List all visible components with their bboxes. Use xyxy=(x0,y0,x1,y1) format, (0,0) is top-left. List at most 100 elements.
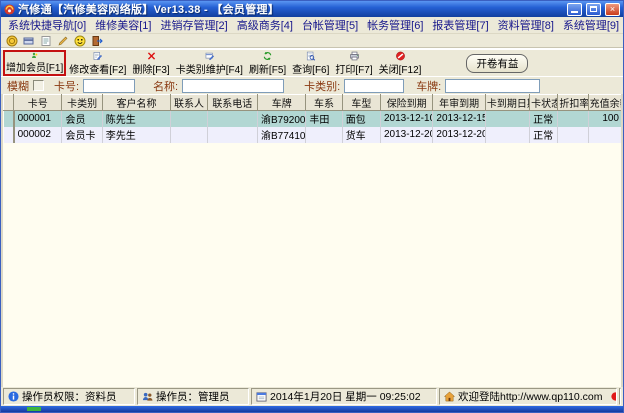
plate-input[interactable] xyxy=(445,79,540,93)
col-inspection-due[interactable]: 年审到期 xyxy=(433,95,485,111)
col-card-status[interactable]: 卡状态 xyxy=(530,95,558,111)
col-insurance-due[interactable]: 保险到期 xyxy=(380,95,432,111)
table-row[interactable]: 000001 会员 陈先生 渝B79200 丰田 面包 2013-12-10 2… xyxy=(4,111,623,127)
toolbar-button-label: 增加会员[F1] xyxy=(6,59,63,74)
datetime-text: 2014年1月20日 星期一 09:25:02 xyxy=(270,389,421,404)
cell-customer-name: 陈先生 xyxy=(102,111,171,127)
row-indicator xyxy=(4,127,14,143)
toolbar-button-label: 打印[F7] xyxy=(335,61,372,76)
col-discount[interactable]: 折扣率% xyxy=(558,95,588,111)
refresh-button[interactable]: 刷新[F5] xyxy=(246,51,289,76)
menu-item-quick-nav[interactable]: 系统快捷导航[0] xyxy=(4,17,90,33)
query-icon xyxy=(304,51,317,61)
cell-customer-name: 李先生 xyxy=(102,127,171,143)
menu-item-repair-beauty[interactable]: 维修美容[1] xyxy=(91,17,155,33)
minimize-button[interactable] xyxy=(567,3,582,16)
member-grid-area: 卡号 卡类别 客户名称 联系人 联系电话 车牌 车系 车型 保险到期 年审到期 … xyxy=(1,94,623,387)
cell-contact xyxy=(171,127,207,143)
cell-balance: 100 xyxy=(588,111,622,127)
fuzzy-checkbox[interactable] xyxy=(33,80,44,91)
cell-car-series: 丰田 xyxy=(306,111,342,127)
cell-discount xyxy=(558,111,588,127)
cell-car-model: 货车 xyxy=(342,127,380,143)
status-red-dot-icon xyxy=(610,391,617,402)
welcome-text[interactable]: 欢迎登陆http://www.qp110.com xyxy=(458,389,603,404)
col-customer-name[interactable]: 客户名称 xyxy=(102,95,171,111)
col-plate[interactable]: 车牌 xyxy=(258,95,306,111)
col-phone[interactable]: 联系电话 xyxy=(207,95,257,111)
indicator-header xyxy=(4,95,14,111)
table-row[interactable]: 000002 会员卡 李先生 渝B77410 货车 2013-12-20 201… xyxy=(4,127,623,143)
cell-phone xyxy=(207,127,257,143)
col-car-series[interactable]: 车系 xyxy=(306,95,342,111)
col-card-expiry[interactable]: 卡到期日期 xyxy=(485,95,529,111)
col-contact[interactable]: 联系人 xyxy=(171,95,207,111)
col-balance[interactable]: 充值余额 xyxy=(588,95,622,111)
toolbar-button-label: 删除[F3] xyxy=(132,61,169,76)
delete-button[interactable]: 删除[F3] xyxy=(129,51,172,76)
note-icon[interactable] xyxy=(40,35,52,47)
close-icon: × xyxy=(610,5,615,14)
card-no-input[interactable] xyxy=(83,79,135,93)
print-icon xyxy=(348,51,361,61)
cell-card-expiry xyxy=(485,127,529,143)
menu-item-system[interactable]: 系统管理[9] xyxy=(559,17,623,33)
statusbar-operator: 操作员：管理员 xyxy=(137,388,249,405)
card-icon[interactable] xyxy=(23,35,35,47)
print-button[interactable]: 打印[F7] xyxy=(332,51,375,76)
toolbar-button-label: 关闭[F12] xyxy=(379,61,422,76)
cell-phone xyxy=(207,111,257,127)
delete-icon xyxy=(145,51,158,61)
col-card-type[interactable]: 卡类别 xyxy=(62,95,102,111)
col-car-model[interactable]: 车型 xyxy=(342,95,380,111)
window-bottom-border xyxy=(1,406,623,412)
cell-inspection-due: 2013-12-15 xyxy=(433,111,485,127)
card-maintain-button[interactable]: 卡类别维护[F4] xyxy=(173,51,246,76)
minimize-icon xyxy=(571,11,578,13)
menu-item-data-management[interactable]: 资料管理[8] xyxy=(494,17,558,33)
edit-view-button[interactable]: 修改查看[F2] xyxy=(66,51,129,76)
menu-item-ledger[interactable]: 台帐管理[5] xyxy=(298,17,362,33)
col-card-no[interactable]: 卡号 xyxy=(14,95,62,111)
cell-card-status: 正常 xyxy=(530,111,558,127)
cell-card-status: 正常 xyxy=(530,127,558,143)
toolbar-button-label: 查询[F6] xyxy=(292,61,329,76)
money-icon[interactable] xyxy=(6,35,18,47)
restore-button[interactable] xyxy=(586,3,601,16)
member-table: 卡号 卡类别 客户名称 联系人 联系电话 车牌 车系 车型 保险到期 年审到期 … xyxy=(3,94,623,143)
statusbar: 操作员权限：资料员 操作员：管理员 2014年1月20日 星期一 09:25:0… xyxy=(1,387,623,406)
query-button[interactable]: 查询[F6] xyxy=(289,51,332,76)
permission-text: 操作员权限：资料员 xyxy=(22,389,117,404)
menubar: 系统快捷导航[0] 维修美容[1] 进销存管理[2] 高级商务[4] 台帐管理[… xyxy=(1,17,623,34)
operator-icon xyxy=(142,391,153,402)
cell-card-type: 会员卡 xyxy=(62,127,102,143)
calendar-icon xyxy=(256,391,267,402)
row-indicator xyxy=(4,111,14,127)
statusbar-permission: 操作员权限：资料员 xyxy=(3,388,135,405)
add-member-button[interactable]: 增加会员[F1] xyxy=(3,50,66,76)
restore-icon xyxy=(590,6,597,12)
card-type-input[interactable] xyxy=(344,79,404,93)
name-label: 名称: xyxy=(153,78,178,94)
menu-item-reports[interactable]: 报表管理[7] xyxy=(428,17,492,33)
write-icon[interactable] xyxy=(57,35,69,47)
reading-benefit-button[interactable]: 开卷有益 xyxy=(466,54,528,73)
toolbar-button-label: 修改查看[F2] xyxy=(69,61,126,76)
close-button[interactable]: × xyxy=(605,3,620,16)
smiley-icon[interactable] xyxy=(74,35,86,47)
menu-item-advanced-business[interactable]: 高级商务[4] xyxy=(233,17,297,33)
name-input[interactable] xyxy=(182,79,284,93)
refresh-icon xyxy=(261,51,274,61)
close-module-button[interactable]: 关闭[F12] xyxy=(376,51,425,76)
menu-item-accounting[interactable]: 帐务管理[6] xyxy=(363,17,427,33)
exit-icon[interactable] xyxy=(91,35,103,47)
cell-car-model: 面包 xyxy=(342,111,380,127)
resize-indicator xyxy=(27,407,41,411)
table-header-row: 卡号 卡类别 客户名称 联系人 联系电话 车牌 车系 车型 保险到期 年审到期 … xyxy=(4,95,623,111)
cell-plate: 渝B79200 xyxy=(258,111,306,127)
cell-card-expiry xyxy=(485,111,529,127)
main-toolbar: 增加会员[F1] 修改查看[F2] 删除[F3] 卡类别维护[F4] xyxy=(1,49,623,76)
cell-card-no: 000001 xyxy=(14,111,62,127)
menu-item-inventory[interactable]: 进销存管理[2] xyxy=(156,17,231,33)
cell-balance xyxy=(588,127,622,143)
